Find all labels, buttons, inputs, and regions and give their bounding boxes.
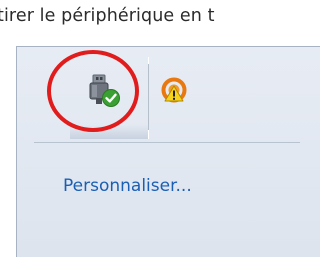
icon-separator bbox=[148, 64, 149, 130]
audio-warning-icon bbox=[161, 77, 187, 103]
annotation-red-circle bbox=[47, 50, 139, 132]
customize-link[interactable]: Personnaliser... bbox=[63, 176, 192, 196]
panel-divider bbox=[34, 142, 300, 143]
tooltip-text: tirer le périphérique en t bbox=[0, 6, 215, 26]
warning-speaker-icon[interactable] bbox=[152, 54, 204, 136]
